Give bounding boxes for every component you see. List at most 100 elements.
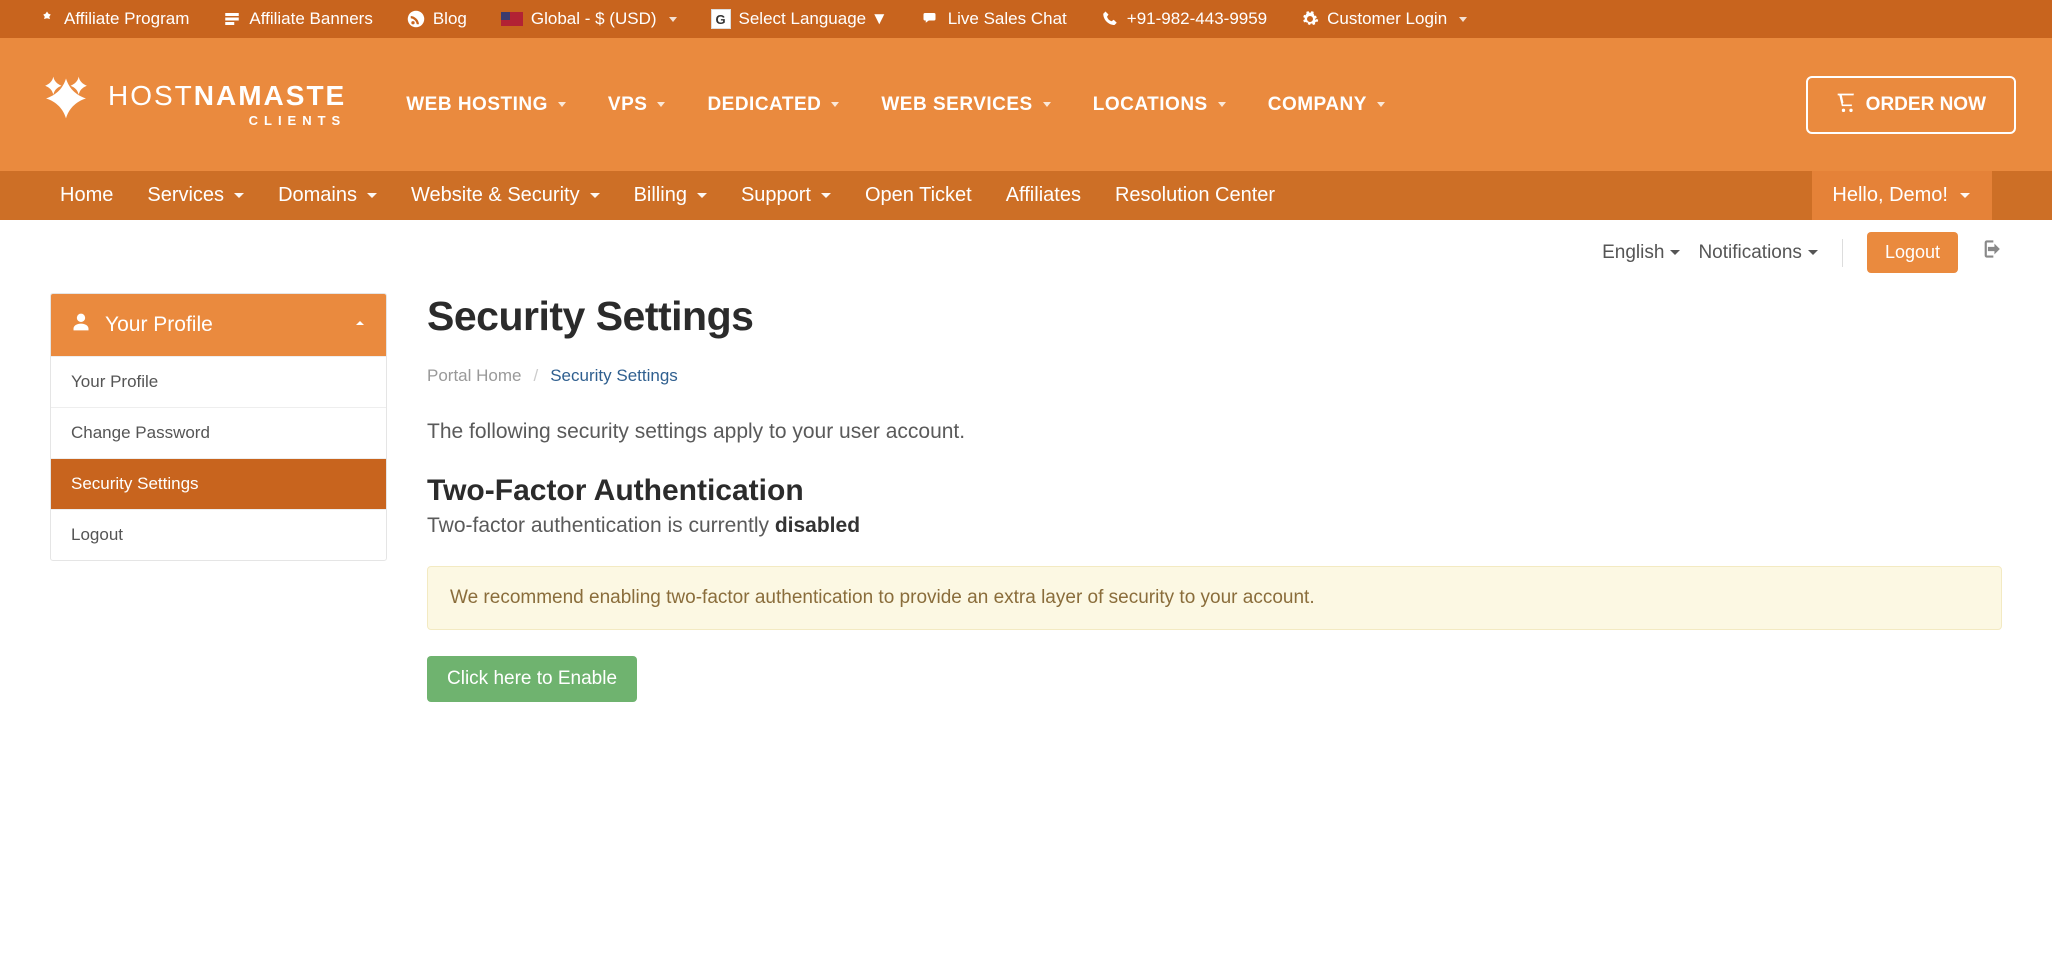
brand-logo[interactable]: HOSTNAMASTE CLIENTS — [36, 73, 346, 136]
logo-mark-icon — [36, 73, 96, 136]
label: Blog — [433, 9, 467, 29]
label: English — [1602, 242, 1664, 264]
notifications-dropdown[interactable]: Notifications — [1698, 242, 1818, 264]
label: Home — [60, 184, 113, 207]
subnav-user-menu[interactable]: Hello, Demo! — [1812, 171, 1992, 220]
nav-web-services[interactable]: WEB SERVICES — [881, 94, 1050, 116]
nav-locations[interactable]: LOCATIONS — [1093, 94, 1226, 116]
tfa-recommendation-alert: We recommend enabling two-factor authent… — [427, 566, 2002, 630]
label: VPS — [608, 94, 648, 116]
subnav-resolution-center[interactable]: Resolution Center — [1115, 184, 1275, 207]
page-title: Security Settings — [427, 293, 2002, 340]
google-translate-icon: G — [711, 9, 731, 29]
sidebar-item-logout[interactable]: Logout — [51, 509, 386, 560]
enable-tfa-button[interactable]: Click here to Enable — [427, 656, 637, 702]
affiliate-program-link[interactable]: Affiliate Program — [38, 9, 189, 29]
chevron-down-icon — [1808, 250, 1818, 255]
chevron-down-icon — [1043, 102, 1051, 107]
customer-login-link[interactable]: Customer Login — [1301, 9, 1467, 29]
label: Notifications — [1698, 242, 1802, 264]
subnav-billing[interactable]: Billing — [634, 184, 707, 207]
label: Billing — [634, 184, 687, 207]
subnav-affiliates[interactable]: Affiliates — [1006, 184, 1081, 207]
panel-header[interactable]: Your Profile — [51, 294, 386, 356]
chevron-down-icon — [1670, 250, 1680, 255]
page-body: Your Profile Your Profile Change Passwor… — [0, 273, 2052, 762]
label: Open Ticket — [865, 184, 972, 207]
chevron-down-icon — [558, 102, 566, 107]
label: Affiliates — [1006, 184, 1081, 207]
chevron-down-icon — [1377, 102, 1385, 107]
sign-out-icon[interactable] — [1976, 236, 2002, 269]
tfa-prefix: Two-factor authentication is currently — [427, 514, 775, 537]
chat-icon — [922, 10, 940, 28]
main-nav: WEB HOSTING VPS DEDICATED WEB SERVICES L… — [406, 94, 1775, 116]
subnav-services[interactable]: Services — [147, 184, 244, 207]
lead-text: The following security settings apply to… — [427, 420, 2002, 444]
label: Your Profile — [105, 313, 213, 337]
nav-vps[interactable]: VPS — [608, 94, 666, 116]
gear-icon — [1301, 10, 1319, 28]
cart-icon — [1836, 92, 1856, 118]
banner-icon — [223, 10, 241, 28]
phone-link[interactable]: +91-982-443-9959 — [1101, 9, 1267, 29]
blog-link[interactable]: Blog — [407, 9, 467, 29]
subnav-domains[interactable]: Domains — [278, 184, 377, 207]
phone-icon — [1101, 10, 1119, 28]
nav-company[interactable]: COMPANY — [1268, 94, 1385, 116]
user-icon — [71, 312, 91, 338]
subnav-home[interactable]: Home — [60, 184, 113, 207]
label: Services — [147, 184, 224, 207]
currency-selector[interactable]: Global - $ (USD) — [501, 9, 677, 29]
label: COMPANY — [1268, 94, 1367, 116]
subnav-open-ticket[interactable]: Open Ticket — [865, 184, 972, 207]
nav-dedicated[interactable]: DEDICATED — [707, 94, 839, 116]
breadcrumb-home-link[interactable]: Portal Home — [427, 366, 521, 386]
affiliate-banners-link[interactable]: Affiliate Banners — [223, 9, 372, 29]
subnav-website-security[interactable]: Website & Security — [411, 184, 600, 207]
us-flag-icon — [501, 12, 523, 26]
nav-web-hosting[interactable]: WEB HOSTING — [406, 94, 566, 116]
live-chat-link[interactable]: Live Sales Chat — [922, 9, 1067, 29]
logo-text: HOSTNAMASTE CLIENTS — [108, 82, 346, 127]
tfa-status-line: Two-factor authentication is currently d… — [427, 514, 2002, 538]
label: Change Password — [71, 423, 210, 442]
sidebar-item-security-settings[interactable]: Security Settings — [51, 458, 386, 509]
language-dropdown[interactable]: English — [1602, 242, 1680, 264]
breadcrumb: Portal Home / Security Settings — [427, 366, 2002, 386]
language-selector[interactable]: G Select Language ▼ — [711, 9, 888, 29]
label: WEB SERVICES — [881, 94, 1032, 116]
order-now-button[interactable]: ORDER NOW — [1806, 76, 2016, 134]
header: HOSTNAMASTE CLIENTS WEB HOSTING VPS DEDI… — [0, 38, 2052, 171]
label: LOCATIONS — [1093, 94, 1208, 116]
topbar: Affiliate Program Affiliate Banners Blog… — [0, 0, 2052, 38]
sidebar: Your Profile Your Profile Change Passwor… — [50, 293, 387, 702]
label: Your Profile — [71, 372, 158, 391]
sidebar-item-change-password[interactable]: Change Password — [51, 407, 386, 458]
chevron-up-icon — [352, 313, 368, 337]
rss-icon — [407, 10, 425, 28]
chevron-down-icon — [831, 102, 839, 107]
chevron-down-icon — [697, 193, 707, 198]
label: Affiliate Banners — [249, 9, 372, 29]
logout-button[interactable]: Logout — [1867, 232, 1958, 273]
breadcrumb-current: Security Settings — [550, 366, 678, 386]
label: Hello, Demo! — [1832, 184, 1948, 207]
label: +91-982-443-9959 — [1127, 9, 1267, 29]
label: Select Language ▼ — [739, 9, 888, 29]
sidebar-item-your-profile[interactable]: Your Profile — [51, 356, 386, 407]
label: Affiliate Program — [64, 9, 189, 29]
subnav-support[interactable]: Support — [741, 184, 831, 207]
label: WEB HOSTING — [406, 94, 548, 116]
label: Logout — [1885, 242, 1940, 262]
chevron-down-icon — [1960, 193, 1970, 198]
sub-nav: Home Services Domains Website & Security… — [0, 171, 2052, 220]
chevron-down-icon — [367, 193, 377, 198]
chevron-down-icon — [1218, 102, 1226, 107]
chevron-down-icon — [657, 102, 665, 107]
label: Website & Security — [411, 184, 580, 207]
label: Domains — [278, 184, 357, 207]
chevron-down-icon — [821, 193, 831, 198]
label: Resolution Center — [1115, 184, 1275, 207]
chevron-down-icon — [234, 193, 244, 198]
